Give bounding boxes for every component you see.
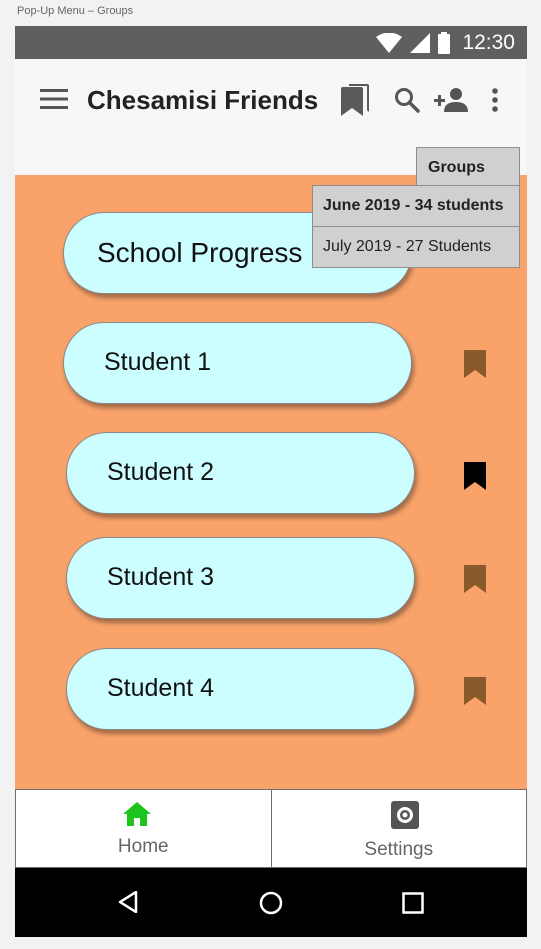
list-item-label: Student 1 <box>104 348 212 376</box>
add-person-icon[interactable] <box>434 86 468 112</box>
bookmark-icon[interactable] <box>464 565 486 593</box>
list-item-label: School Progress <box>97 237 303 268</box>
wifi-icon <box>376 32 403 53</box>
recents-icon[interactable] <box>402 892 424 914</box>
tab-settings[interactable]: Settings <box>271 789 527 868</box>
bookmark-icon[interactable] <box>464 677 486 705</box>
system-nav-bar <box>15 868 527 937</box>
list-item-student-2[interactable]: Student 2 <box>66 432 415 514</box>
menu-icon[interactable] <box>40 89 68 109</box>
status-time: 12:30 <box>462 30 515 54</box>
list-item-student-1[interactable]: Student 1 <box>63 322 412 404</box>
bookmarks-icon[interactable] <box>341 84 369 116</box>
bookmark-filled-icon[interactable] <box>464 462 486 490</box>
list-item-label: Student 2 <box>107 458 215 486</box>
list-item-student-3[interactable]: Student 3 <box>66 537 415 619</box>
list-item-student-4[interactable]: Student 4 <box>66 648 415 730</box>
more-vert-icon[interactable] <box>492 88 498 112</box>
phone-screen: 12:30 Chesamisi Friends School Progress … <box>15 26 527 937</box>
signal-icon <box>410 32 431 53</box>
bookmark-icon[interactable] <box>464 350 486 378</box>
bottom-nav: Home Settings <box>15 789 527 868</box>
search-icon[interactable] <box>394 87 420 113</box>
status-icons: 12:30 <box>376 26 515 59</box>
settings-icon <box>390 801 419 829</box>
home-circle-icon[interactable] <box>259 891 283 915</box>
tab-home[interactable]: Home <box>15 789 272 868</box>
tab-home-label: Home <box>117 836 169 857</box>
list-item-label: Student 3 <box>107 563 215 591</box>
back-icon[interactable] <box>118 891 138 913</box>
dropdown-item-july-2019[interactable]: July 2019 - 27 Students <box>312 226 520 268</box>
status-bar: 12:30 <box>15 26 527 59</box>
dropdown-item-june-2019[interactable]: June 2019 - 34 students <box>312 185 520 227</box>
tab-settings-label: Settings <box>364 839 434 860</box>
frame-title: Pop-Up Menu – Groups <box>17 5 134 17</box>
dropdown-header: Groups <box>416 147 520 187</box>
app-title: Chesamisi Friends <box>87 85 319 115</box>
list-item-label: Student 4 <box>107 674 215 702</box>
battery-icon <box>438 31 451 54</box>
home-icon <box>123 802 151 826</box>
